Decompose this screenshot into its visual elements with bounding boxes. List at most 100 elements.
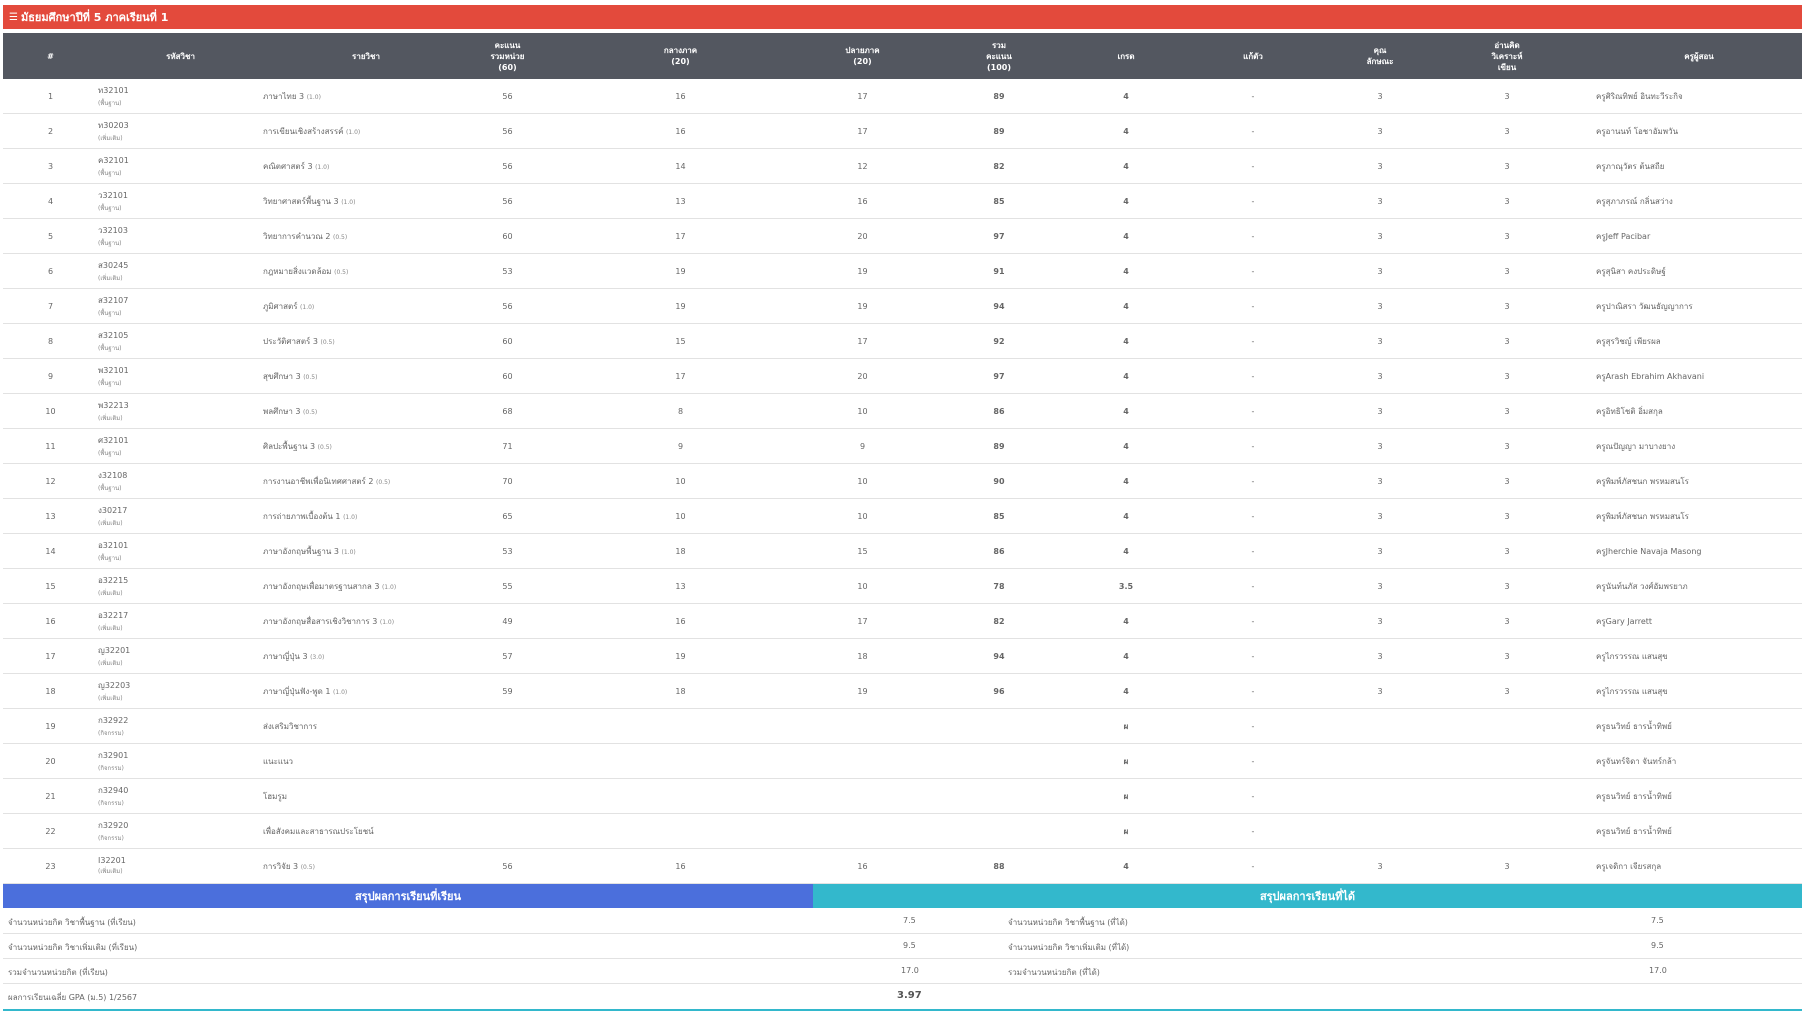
cell-midterm: 16	[546, 603, 815, 639]
summary-row: รวมจำนวนหน่วยกิต (ที่เรียน) 17.0 รวมจำนว…	[3, 958, 1802, 984]
cell-reading	[1418, 813, 1596, 849]
subject-type: (กิจกรรม)	[98, 835, 124, 842]
cell-name: วิทยาศาสตร์พื้นฐาน 3 (1.0)	[263, 183, 469, 219]
cell-grade: 4	[1088, 148, 1164, 184]
subject-name: วิทยาการคำนวณ 2	[263, 231, 331, 241]
cell-final: 10	[815, 463, 910, 499]
subject-name: การถ่ายภาพเบื้องต้น 1	[263, 511, 341, 521]
cell-total: 86	[910, 393, 1088, 429]
cell-remedial: -	[1164, 743, 1342, 779]
cell-final: 10	[815, 568, 910, 604]
cell-code: ส30245 (เพิ่มเติม)	[98, 253, 263, 289]
cell-remedial: -	[1164, 183, 1342, 219]
cell-name: ภาษาอังกฤษสื่อสารเชิงวิชาการ 3 (1.0)	[263, 603, 469, 639]
cell-remedial: -	[1164, 79, 1342, 114]
cell-name: แนะแนว	[263, 743, 469, 779]
cell-no: 18	[3, 673, 98, 709]
cell-teacher: ครูธนวิทย์ ธารน้ำทิพย์	[1596, 708, 1802, 744]
cell-grade: 4	[1088, 603, 1164, 639]
cell-reading: 3	[1418, 288, 1596, 324]
subject-credit: (0.5)	[334, 268, 349, 276]
cell-no: 23	[3, 848, 98, 884]
header-midterm: กลางภาค (20)	[546, 33, 815, 79]
subject-type: (เพิ่มเติม)	[98, 275, 123, 282]
cell-remedial: -	[1164, 148, 1342, 184]
cell-unit-score: 56	[469, 183, 546, 219]
subject-code: ญ32201	[98, 646, 131, 655]
table-row: 22 ก32920 (กิจกรรม) เพื่อสังคมและสาธารณประโ…	[3, 813, 1802, 849]
cell-midterm: 10	[546, 463, 815, 499]
table-row: 2 ท30203 (เพิ่มเติม) การเขียนเชิงสร้างสรรค์…	[3, 113, 1802, 149]
header-name: รายวิชา	[263, 33, 469, 79]
subject-code: ก32920	[98, 821, 129, 830]
bottom-divider	[3, 1009, 1802, 1011]
subject-code: ว32101	[98, 191, 128, 200]
cell-grade: ผ	[1088, 708, 1164, 744]
cell-reading: 3	[1418, 183, 1596, 219]
cell-total: 97	[910, 218, 1088, 254]
cell-code: ก32940 (กิจกรรม)	[98, 778, 263, 814]
cell-unit-score: 59	[469, 673, 546, 709]
subject-code: ก32901	[98, 751, 129, 760]
cell-attribute: 3	[1342, 428, 1418, 464]
cell-name: การวิจัย 3 (0.5)	[263, 848, 469, 884]
subject-credit: (0.5)	[303, 408, 318, 416]
cell-unit-score	[469, 708, 546, 744]
cell-code: ง30217 (เพิ่มเติม)	[98, 498, 263, 534]
table-row: 4 ว32101 (พื้นฐาน) วิทยาศาสตร์พื้นฐาน 3 (1.…	[3, 183, 1802, 219]
cell-total: 92	[910, 323, 1088, 359]
cell-unit-score	[469, 743, 546, 779]
table-row: 9 พ32101 (พื้นฐาน) สุขศึกษา 3 (0.5) 60 17 20 97…	[3, 358, 1802, 394]
subject-type: (เพิ่มเติม)	[98, 660, 123, 667]
subject-name: ภาษาอังกฤษสื่อสารเชิงวิชาการ 3	[263, 616, 378, 626]
cell-teacher: ครูอิทธิโชติ อิ่มสกุล	[1596, 393, 1802, 429]
cell-attribute: 3	[1342, 393, 1418, 429]
header-teacher: ครูผู้สอน	[1596, 33, 1802, 79]
cell-final: 17	[815, 113, 910, 149]
cell-code: ว32103 (พื้นฐาน)	[98, 218, 263, 254]
subject-code: พ32101	[98, 366, 129, 375]
cell-unit-score: 56	[469, 113, 546, 149]
cell-midterm: 13	[546, 183, 815, 219]
subject-code: ก32922	[98, 716, 129, 725]
cell-unit-score: 71	[469, 428, 546, 464]
subject-credit: (0.5)	[300, 863, 315, 871]
cell-unit-score: 57	[469, 638, 546, 674]
cell-midterm: 19	[546, 288, 815, 324]
cell-teacher: ครูสุภาภรณ์ กลิ่นสว่าง	[1596, 183, 1802, 219]
summary-row: จำนวนหน่วยกิต วิชาเพิ่มเติม (ที่เรียน) 9…	[3, 933, 1802, 959]
cell-attribute	[1342, 708, 1418, 744]
subject-name: ประวัติศาสตร์ 3	[263, 336, 318, 346]
cell-grade: 4	[1088, 673, 1164, 709]
cell-teacher: ครูพิมพ์ภัสชนก พรหมสนโร	[1596, 463, 1802, 499]
cell-remedial: -	[1164, 428, 1342, 464]
table-row: 1 ท32101 (พื้นฐาน) ภาษาไทย 3 (1.0) 56 16 17 89 4…	[3, 79, 1802, 114]
subject-name: ภาษาไทย 3	[263, 91, 305, 101]
table-row: 6 ส30245 (เพิ่มเติม) กฎหมายสิ่งแวดล้อม (0.5…	[3, 253, 1802, 289]
cell-reading: 3	[1418, 463, 1596, 499]
cell-name: ส่งเสริมวิชาการ	[263, 708, 469, 744]
cell-remedial: -	[1164, 533, 1342, 569]
cell-code: ส32105 (พื้นฐาน)	[98, 323, 263, 359]
cell-total	[910, 708, 1088, 744]
subject-code: I32201	[98, 856, 126, 865]
cell-grade: 4	[1088, 463, 1164, 499]
cell-reading: 3	[1418, 428, 1596, 464]
cell-teacher: ครูอานนท์ โอชาอัมพวัน	[1596, 113, 1802, 149]
cell-name: ภาษาญี่ปุ่น 3 (3.0)	[263, 638, 469, 674]
header-attribute: คุณ ลักษณะ	[1342, 33, 1418, 79]
cell-name: การงานอาชีพเพื่อนิเทศศาสตร์ 2 (0.5)	[263, 463, 469, 499]
subject-name: เพื่อสังคมและสาธารณประโยชน์	[263, 826, 374, 836]
cell-teacher: ครูArash Ebrahim Akhavani	[1596, 358, 1802, 394]
table-row: 8 ส32105 (พื้นฐาน) ประวัติศาสตร์ 3 (0.5) 60 1…	[3, 323, 1802, 359]
subject-name: ภาษาอังกฤษเพื่อมาตรฐานสากล 3	[263, 581, 380, 591]
cell-total: 82	[910, 148, 1088, 184]
cell-remedial: -	[1164, 498, 1342, 534]
cell-midterm	[546, 813, 815, 849]
cell-grade: ผ	[1088, 813, 1164, 849]
cell-name: การเขียนเชิงสร้างสรรค์ (1.0)	[263, 113, 469, 149]
cell-name: การถ่ายภาพเบื้องต้น 1 (1.0)	[263, 498, 469, 534]
cell-total	[910, 778, 1088, 814]
cell-remedial: -	[1164, 708, 1342, 744]
subject-type: (พื้นฐาน)	[98, 485, 122, 492]
